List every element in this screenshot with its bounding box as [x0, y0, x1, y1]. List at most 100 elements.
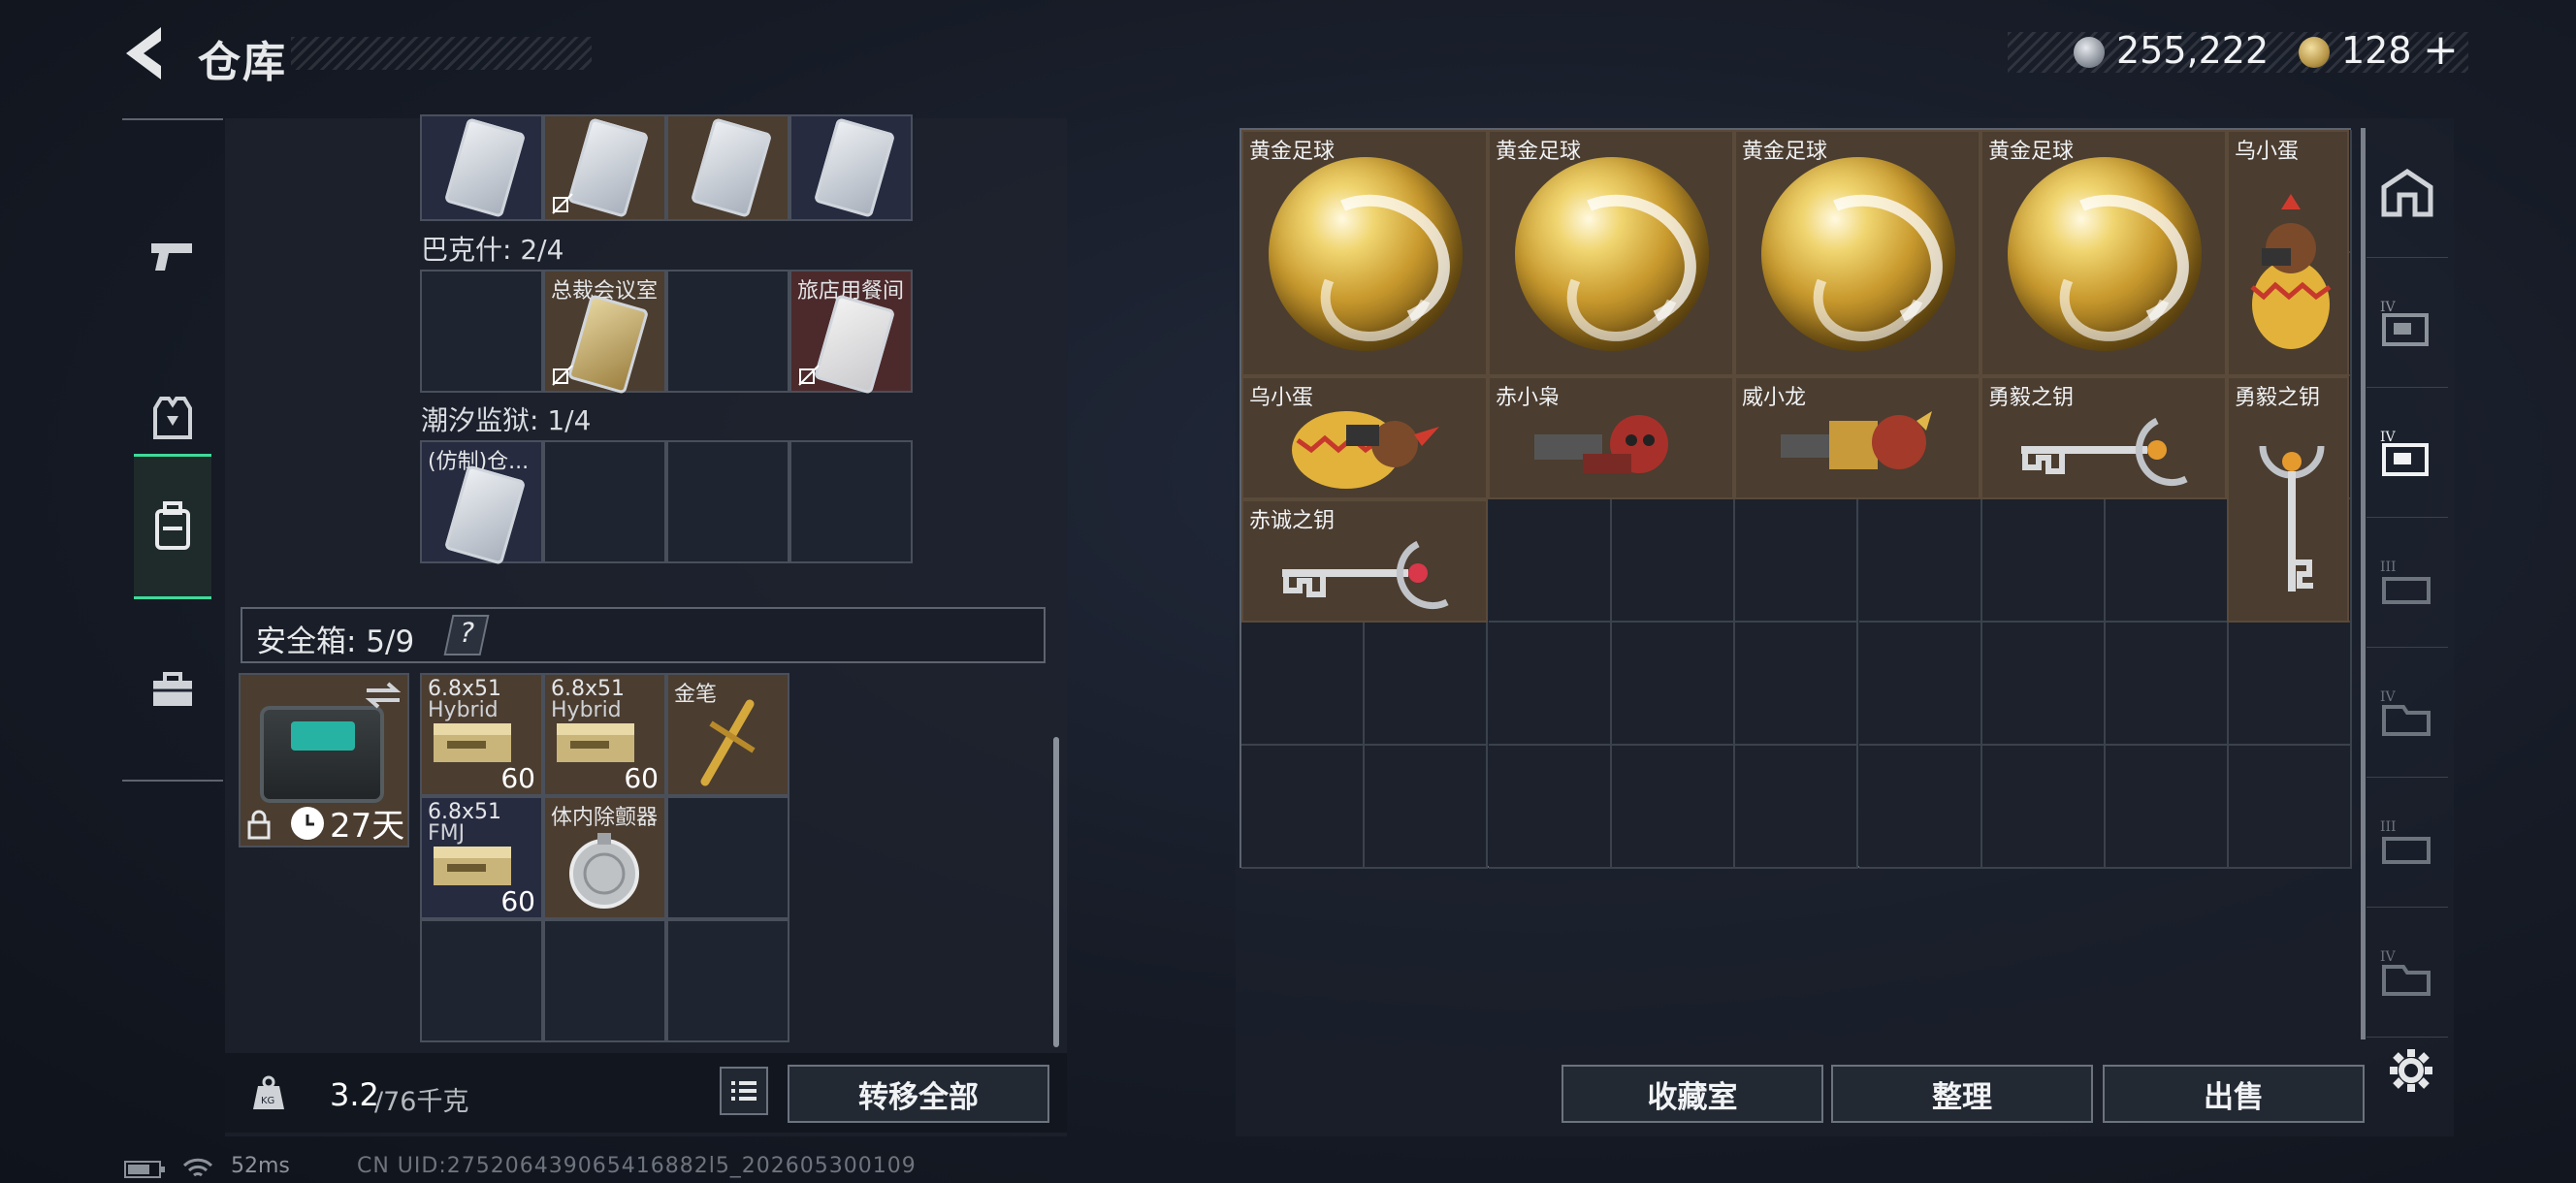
tier-IV-case-icon: IV	[2380, 300, 2429, 346]
stash-cell[interactable]	[1611, 623, 1735, 746]
sell-button[interactable]: 出售	[2103, 1065, 2365, 1123]
tab-storage-3[interactable]: IV	[2367, 388, 2448, 518]
stash-cell[interactable]	[1858, 499, 1982, 623]
swap-icon[interactable]	[363, 681, 403, 710]
tab-storage-5[interactable]: IV	[2367, 648, 2448, 778]
card-slot[interactable]: 总裁会议室	[543, 270, 666, 395]
tab-storage-2[interactable]: IV	[2367, 258, 2448, 388]
brave-key-item[interactable]: 勇毅之钥	[1980, 376, 2227, 499]
stash-cell[interactable]	[1488, 499, 1612, 623]
ammo-item[interactable]: 6.8x51 Hybrid 60	[543, 673, 666, 796]
card-slot-empty[interactable]	[666, 270, 789, 393]
nav-weapons[interactable]	[134, 184, 211, 330]
gold-pen-icon	[700, 699, 756, 786]
stash-cell[interactable]	[1365, 746, 1489, 869]
transfer-all-button[interactable]: 转移全部	[788, 1065, 1049, 1123]
card-slot-empty[interactable]	[789, 440, 913, 563]
tab-storage-6[interactable]: III	[2367, 778, 2448, 908]
svg-text:KG: KG	[261, 1096, 274, 1106]
stash-cell[interactable]	[1981, 623, 2106, 746]
collection-room-button[interactable]: 收藏室	[1562, 1065, 1823, 1123]
card-slot[interactable]	[543, 114, 666, 221]
left-scrollbar[interactable]	[1053, 737, 1059, 1047]
stash-cell[interactable]	[1241, 623, 1365, 746]
golden-football-item[interactable]: 黄金足球	[1980, 130, 2227, 376]
item-count: 60	[500, 885, 535, 917]
tier-III-box-icon: III	[2380, 819, 2431, 864]
category-nav	[122, 118, 223, 782]
add-currency-button[interactable]: +	[2423, 25, 2459, 75]
golden-football-icon	[2008, 157, 2202, 351]
nav-backpack[interactable]	[134, 454, 211, 599]
stash-cell[interactable]	[1981, 746, 2106, 869]
safe-slot-empty[interactable]	[666, 796, 789, 919]
stash-cell[interactable]	[2106, 499, 2230, 623]
sincere-key-item[interactable]: 赤诚之钥	[1241, 499, 1488, 623]
card-slot[interactable]: 旅店用餐间	[789, 270, 913, 395]
card-slot-empty[interactable]	[666, 440, 789, 563]
stash-cell[interactable]	[1858, 746, 1982, 869]
gear-icon[interactable]	[2388, 1047, 2434, 1094]
keycard-icon	[443, 117, 527, 218]
wei-dragon-item[interactable]: 威小龙	[1734, 376, 1980, 499]
card-slot-empty[interactable]	[420, 270, 543, 393]
safe-slot-empty[interactable]	[666, 919, 789, 1042]
golden-football-item[interactable]: 黄金足球	[1241, 130, 1488, 376]
stash-cell[interactable]	[2229, 623, 2353, 746]
safe-slot-empty[interactable]	[420, 919, 543, 1042]
svg-text:IV: IV	[2380, 300, 2397, 315]
nav-case[interactable]	[134, 617, 211, 762]
stash-cell[interactable]	[1365, 623, 1489, 746]
home-icon	[2381, 168, 2433, 216]
ammo-item[interactable]: 6.8x51 FMJ 60	[420, 796, 543, 919]
stash-cell[interactable]	[1488, 623, 1612, 746]
card-slot[interactable]	[420, 114, 543, 221]
item-label: 黄金足球	[1988, 140, 2075, 164]
stash-scrollbar[interactable]	[2361, 128, 2366, 1039]
back-arrow-icon[interactable]	[118, 23, 171, 83]
stash-cell[interactable]	[1735, 499, 1859, 623]
tab-storage-4[interactable]: III	[2367, 518, 2448, 648]
card-slot[interactable]: (仿制)仓...	[420, 440, 543, 565]
stash-cell[interactable]	[2106, 746, 2230, 869]
tab-storage-7[interactable]: IV	[2367, 908, 2448, 1038]
svg-text:III: III	[2380, 819, 2397, 835]
safe-slot-empty[interactable]	[543, 919, 666, 1042]
tab-main-storage[interactable]	[2367, 128, 2448, 258]
defibrillator-item[interactable]: 体内除颤器	[543, 796, 666, 919]
stash-cell[interactable]	[1858, 623, 1982, 746]
stash-cell[interactable]	[1611, 499, 1735, 623]
wu-egg-item[interactable]: 乌小蛋	[1241, 376, 1488, 499]
keycard-icon	[813, 294, 896, 395]
wu-egg-item[interactable]: 乌小蛋	[2227, 130, 2349, 376]
key-icon	[2259, 445, 2325, 592]
brave-key-item[interactable]: 勇毅之钥	[2227, 376, 2349, 623]
gold-pen-item[interactable]: 金笔	[666, 673, 789, 796]
chi-owl-item[interactable]: 赤小枭	[1488, 376, 1734, 499]
list-view-button[interactable]	[720, 1067, 768, 1115]
stash-cell[interactable]	[1611, 746, 1735, 869]
stash-cell[interactable]	[1488, 746, 1612, 869]
wifi-icon	[182, 1158, 213, 1177]
defibrillator-icon	[569, 833, 639, 909]
max-weight: /76千克	[374, 1087, 469, 1117]
golden-football-item[interactable]: 黄金足球	[1734, 130, 1980, 376]
stash-cell[interactable]	[2229, 746, 2353, 869]
ammo-item[interactable]: 6.8x51 Hybrid 60	[420, 673, 543, 796]
stash-cell[interactable]	[1735, 746, 1859, 869]
silver-coin-icon	[2074, 37, 2105, 68]
card-slot[interactable]	[666, 114, 789, 221]
stash-cell[interactable]	[2106, 623, 2230, 746]
stash-cell[interactable]	[1241, 746, 1365, 869]
armor-icon	[153, 397, 192, 439]
card-slot[interactable]	[789, 114, 913, 221]
stash-cell[interactable]	[1981, 499, 2106, 623]
golden-football-item[interactable]: 黄金足球	[1488, 130, 1734, 376]
bakeshi-heading: 巴克什: 2/4	[421, 234, 564, 266]
svg-text:IV: IV	[2380, 430, 2397, 445]
stash-cell[interactable]	[1735, 623, 1859, 746]
chaoxi-heading: 潮汐监狱: 1/4	[421, 404, 592, 436]
lock-icon	[247, 810, 271, 840]
sort-button[interactable]: 整理	[1831, 1065, 2093, 1123]
card-slot-empty[interactable]	[543, 440, 666, 563]
